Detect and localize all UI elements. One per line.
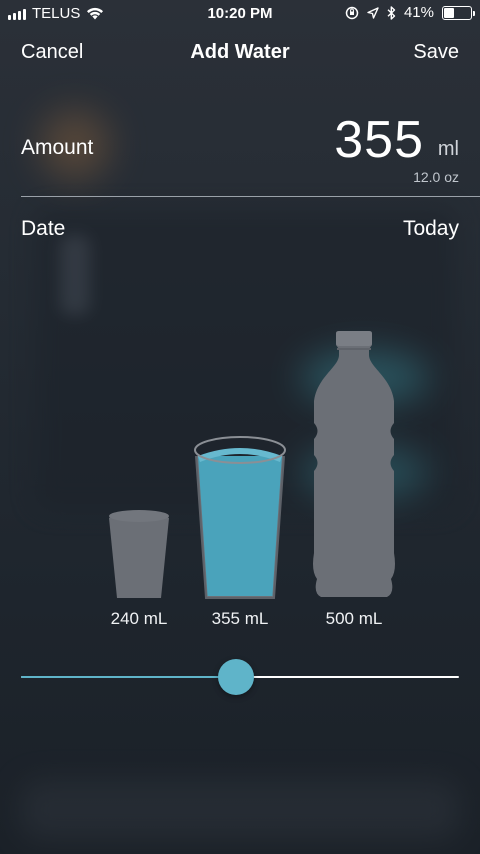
amount-value: 355 — [334, 111, 424, 169]
amount-label: Amount — [21, 136, 94, 159]
slider-track-fill — [21, 676, 236, 678]
page-title: Add Water — [190, 41, 290, 63]
orientation-lock-icon — [345, 6, 359, 19]
container-label-355: 355 mL — [211, 609, 269, 628]
battery-icon — [442, 5, 475, 20]
status-right: 41% — [345, 4, 475, 21]
battery-fill — [444, 7, 455, 18]
bluetooth-icon — [387, 5, 396, 20]
container-label-240: 240 mL — [110, 609, 168, 628]
background-blob — [20, 780, 460, 840]
container-option-240[interactable] — [104, 506, 174, 601]
container-option-355[interactable] — [191, 434, 289, 602]
amount-slider[interactable] — [21, 656, 459, 698]
status-bar: TELUS 10:20 PM 41% — [0, 0, 480, 28]
bottle-icon — [313, 331, 395, 597]
date-value[interactable]: Today — [403, 217, 459, 241]
amount-ounces: 12.0 oz — [413, 169, 459, 185]
background-blob — [60, 235, 90, 315]
slider-thumb[interactable] — [217, 659, 254, 695]
divider — [21, 196, 480, 197]
location-arrow-icon — [367, 6, 379, 19]
container-option-500[interactable] — [307, 331, 401, 601]
battery-percent: 41% — [403, 4, 434, 21]
container-label-500: 500 mL — [325, 609, 383, 628]
glass-icon — [194, 436, 286, 599]
date-label: Date — [21, 217, 66, 240]
save-button[interactable]: Save — [413, 41, 459, 64]
cup-icon — [109, 510, 169, 598]
amount-unit: ml — [437, 138, 459, 160]
navigation-bar: Cancel Add Water Save — [0, 36, 480, 72]
